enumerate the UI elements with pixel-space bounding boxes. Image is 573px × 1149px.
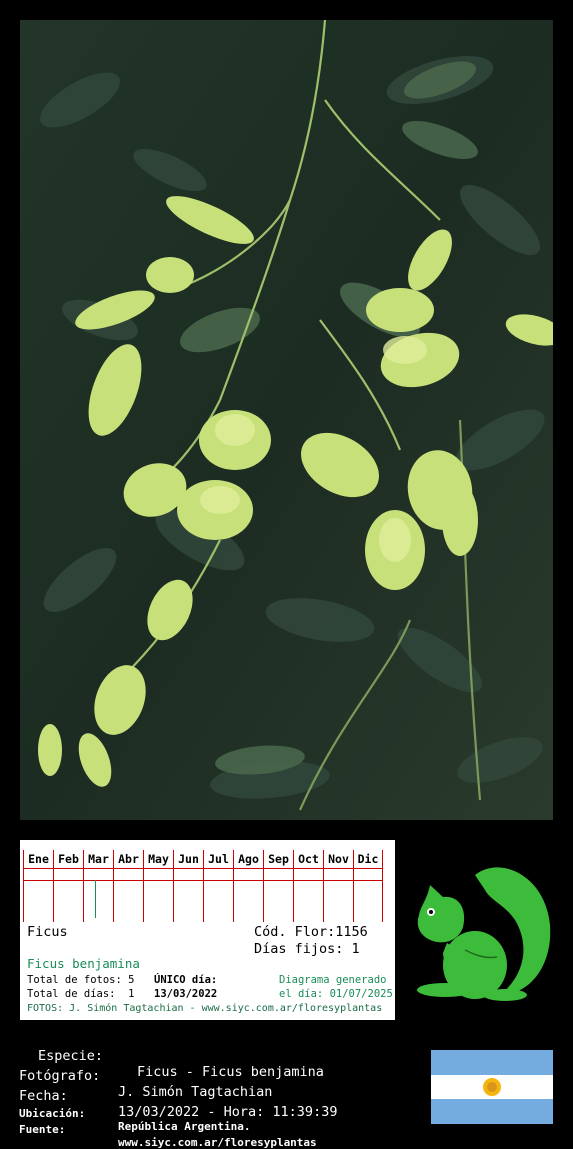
month-row-line	[114, 880, 143, 881]
flowering-card: Ene Feb Mar Abr May Jun Jul Ago Sep Oct Nov Dic Fic…	[20, 840, 395, 1020]
photo-credit: FOTOS: J. Simón Tagtachian - www.siyc.co…	[27, 1003, 383, 1014]
month-column-oct: Oct	[293, 850, 323, 922]
source-value: www.siyc.com.ar/floresyplantas	[118, 1136, 317, 1149]
month-row-line	[144, 880, 173, 881]
month-label: Feb	[54, 850, 83, 869]
month-row-line	[354, 880, 382, 881]
month-row-line	[234, 880, 263, 881]
month-row-line	[324, 880, 353, 881]
month-label: Nov	[324, 850, 353, 869]
observation-mark	[95, 880, 96, 918]
month-column-ene: Ene	[23, 850, 53, 922]
month-label: Jun	[174, 850, 203, 869]
source-label: Fuente:	[19, 1123, 66, 1136]
unique-day-label: ÚNICO día:	[154, 974, 218, 986]
unique-day-value: 13/03/2022	[154, 988, 218, 1000]
squirrel-logo-icon	[405, 855, 553, 1003]
month-label: Ene	[24, 850, 53, 869]
date-value: 13/03/2022 - Hora: 11:39:39	[118, 1104, 338, 1120]
month-column-jul: Jul	[203, 850, 233, 922]
month-column-nov: Nov	[323, 850, 353, 922]
month-row-line	[294, 880, 323, 881]
month-column-jun: Jun	[173, 850, 203, 922]
month-row-line	[204, 880, 233, 881]
genus-name: Ficus	[27, 924, 68, 940]
month-column-mar: Mar	[83, 850, 113, 922]
species-value: Ficus - Ficus benjamina	[137, 1064, 324, 1080]
location-value: República Argentina.	[118, 1120, 251, 1133]
total-photos: Total de fotos: 5	[27, 974, 135, 986]
diagram-label: Diagrama generado	[279, 974, 387, 986]
month-row-line	[24, 880, 53, 881]
month-label: Ago	[234, 850, 263, 869]
month-calendar: Ene Feb Mar Abr May Jun Jul Ago Sep Oct Nov Dic	[23, 850, 388, 922]
month-column-ago: Ago	[233, 850, 263, 922]
month-column-may: May	[143, 850, 173, 922]
diagram-date: el día: 01/07/2025	[279, 988, 393, 1000]
month-label: Mar	[84, 850, 113, 869]
species-label: Especie:	[38, 1048, 104, 1064]
month-label: May	[144, 850, 173, 869]
fixed-days: Días fijos: 1	[254, 941, 360, 957]
argentina-flag-icon	[431, 1050, 553, 1124]
month-row-line	[174, 880, 203, 881]
plant-photo	[20, 20, 553, 820]
month-row-line	[54, 880, 83, 881]
month-column-sep: Sep	[263, 850, 293, 922]
flower-code: Cód. Flor:1156	[254, 924, 368, 940]
month-label: Jul	[204, 850, 233, 869]
month-label: Sep	[264, 850, 293, 869]
month-label: Oct	[294, 850, 323, 869]
photographer-value: J. Simón Tagtachian	[118, 1084, 273, 1100]
species-name: Ficus benjamina	[27, 956, 140, 971]
month-row-line	[264, 880, 293, 881]
month-column-dic: Dic	[353, 850, 383, 922]
total-days: Total de días: 1	[27, 988, 135, 1000]
month-column-feb: Feb	[53, 850, 83, 922]
month-row-line	[84, 880, 113, 881]
month-label: Abr	[114, 850, 143, 869]
month-column-abr: Abr	[113, 850, 143, 922]
source-row: Fuente: www.siyc.com.ar/floresyplantas	[19, 1110, 317, 1149]
month-label: Dic	[354, 850, 382, 869]
